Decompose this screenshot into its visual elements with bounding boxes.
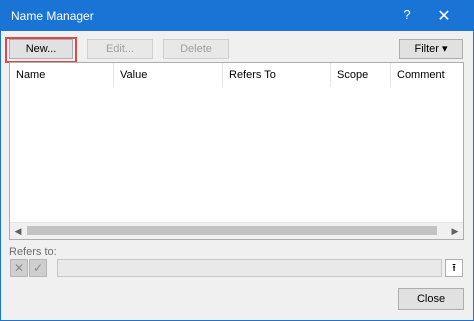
name-manager-dialog: Name Manager ? ✕ New... Edit... Delete F… (0, 0, 474, 321)
collapse-dialog-icon[interactable]: ⭱ (445, 259, 463, 277)
window-title: Name Manager (11, 9, 94, 23)
scrollbar-thumb[interactable] (27, 226, 437, 235)
column-header-value[interactable]: Value (114, 63, 223, 87)
column-header-name[interactable]: Name (10, 63, 114, 87)
edit-button[interactable]: Edit... (87, 39, 153, 59)
scroll-right-icon[interactable]: ▶ (447, 223, 463, 239)
column-header-scope[interactable]: Scope (331, 63, 391, 87)
refers-to-label: Refers to: (9, 246, 57, 258)
horizontal-scrollbar[interactable]: ◀ ▶ (10, 222, 463, 239)
list-header: Name Value Refers To Scope Comment (10, 63, 463, 87)
confirm-icon[interactable]: ✓ (29, 259, 47, 277)
close-button[interactable]: Close (398, 288, 464, 310)
help-icon[interactable]: ? (396, 7, 418, 25)
title-bar: Name Manager ? ✕ (1, 1, 473, 31)
close-icon[interactable]: ✕ (433, 6, 455, 26)
names-list[interactable]: Name Value Refers To Scope Comment ◀ ▶ (9, 62, 464, 240)
column-header-refers-to[interactable]: Refers To (223, 63, 331, 87)
column-header-comment[interactable]: Comment (391, 63, 463, 87)
filter-button[interactable]: Filter ▾ (399, 39, 463, 59)
refers-to-input[interactable] (57, 259, 442, 277)
scroll-left-icon[interactable]: ◀ (10, 223, 26, 239)
delete-button[interactable]: Delete (163, 39, 229, 59)
new-button[interactable]: New... (9, 39, 73, 59)
cancel-icon[interactable]: ✕ (10, 259, 28, 277)
